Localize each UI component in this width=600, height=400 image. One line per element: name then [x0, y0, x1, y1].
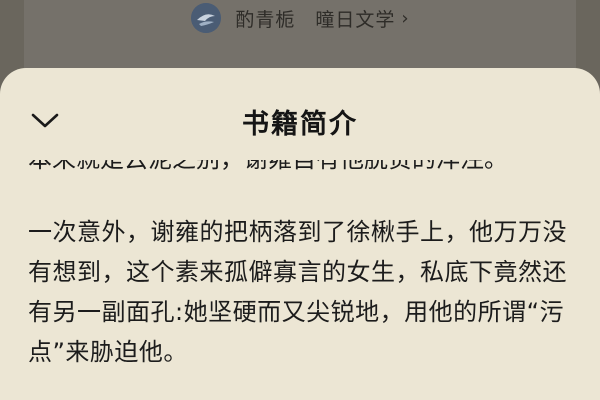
intro-paragraph: 一次意外，谢雍的把柄落到了徐楸手上，他万万没有想到，这个素来孤僻寡言的女生，私底…: [28, 218, 567, 366]
publisher-name: 曈日文学: [315, 8, 396, 31]
author-row[interactable]: 酌青栀 曈日文学 ›: [0, 0, 600, 36]
chevron-right-icon: ›: [401, 7, 409, 29]
clipped-line-text: 本来就是云泥之别，谢雍自有他脱贫的洋注。: [28, 160, 508, 173]
author-name: 酌青栀: [235, 8, 296, 31]
intro-text-scroll[interactable]: 本来就是云泥之别，谢雍自有他脱贫的洋注。 一次意外，谢雍的把柄落到了徐楸手上，他…: [28, 160, 572, 400]
author-avatar-icon: [191, 3, 222, 33]
sheet-title: 书籍简介: [242, 109, 358, 140]
clipped-previous-line: 本来就是云泥之别，谢雍自有他脱贫的洋注。: [28, 160, 508, 180]
book-intro-sheet: 书籍简介 本来就是云泥之别，谢雍自有他脱贫的洋注。 一次意外，谢雍的把柄落到了徐…: [0, 68, 600, 400]
book-detail-screen: 酌青栀 曈日文学 › 书籍简介 本来就是云泥之别，谢雍自有他脱贫的洋注。 一次意…: [0, 0, 600, 400]
